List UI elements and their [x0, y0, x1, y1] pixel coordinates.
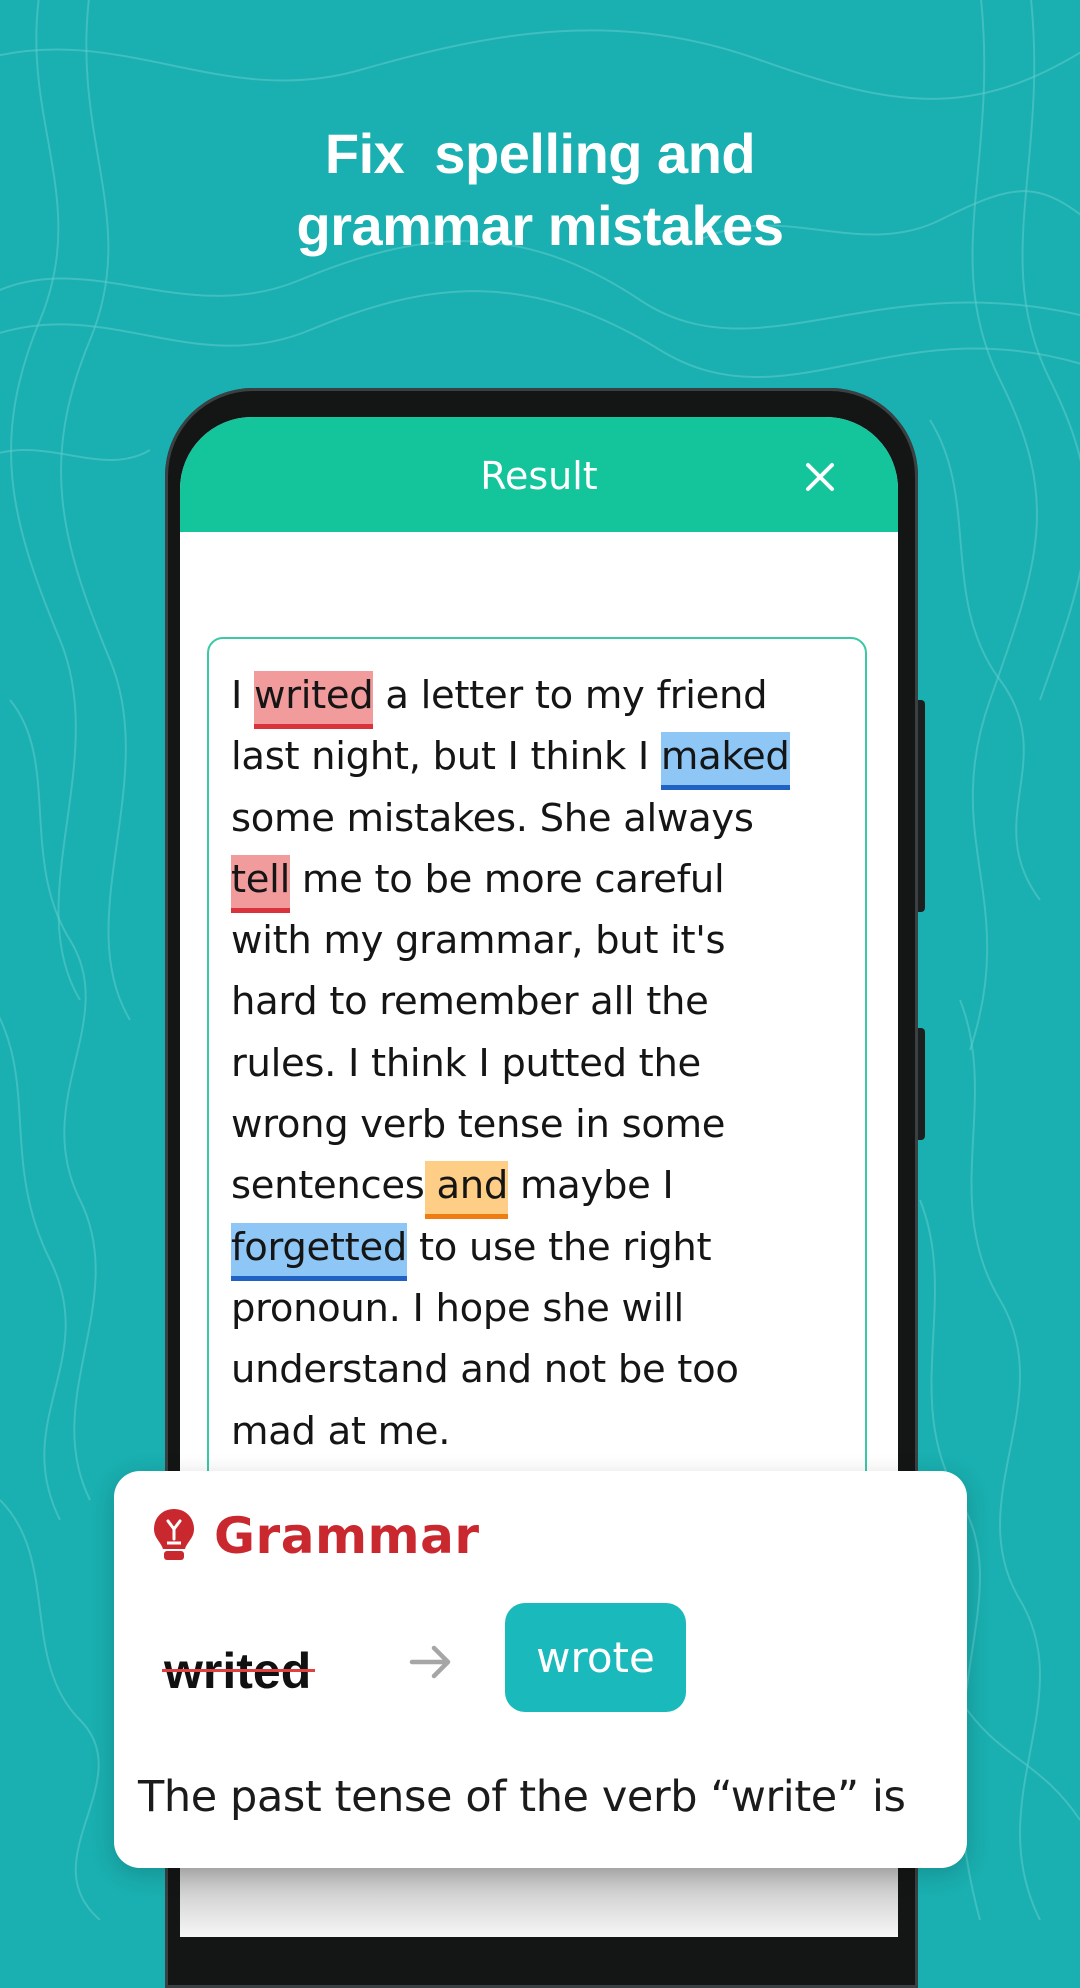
passage-text: I — [231, 673, 254, 718]
checked-passage: I writed a letter to my friend last night… — [231, 665, 851, 1462]
app-header: Result — [180, 417, 898, 532]
passage-text: pronoun. I hope she will — [231, 1285, 684, 1331]
passage-text: mad at me. — [231, 1408, 451, 1454]
passage-text: understand and not be too — [231, 1347, 739, 1393]
lightbulb-icon — [154, 1509, 194, 1560]
apply-suggestion-button[interactable]: wrote — [505, 1603, 686, 1712]
flagged-word-and[interactable]: and — [424, 1161, 508, 1220]
passage-text: hard to remember all the — [231, 979, 709, 1025]
passage-text: sentences — [231, 1163, 425, 1209]
passage-line: with my grammar, but it's — [231, 910, 851, 971]
incorrect-word: writed — [162, 1641, 316, 1701]
arrow-right-icon — [409, 1645, 451, 1679]
bottom-shadow — [180, 1867, 898, 1937]
flagged-word-forgetted[interactable]: forgetted — [231, 1222, 407, 1281]
passage-line: wrong verb tense in some — [231, 1094, 851, 1155]
headline-line-1: Fix spelling and — [324, 122, 756, 185]
result-text-box: I writed a letter to my friend last night… — [207, 637, 867, 1541]
passage-text: some mistakes. She always — [231, 795, 754, 841]
passage-text: to use the right — [407, 1224, 712, 1270]
strikethrough-line — [162, 1669, 316, 1672]
volume-button — [918, 700, 925, 912]
headline-line-2: grammar mistakes — [296, 194, 784, 257]
flagged-word-writed[interactable]: writed — [254, 671, 374, 729]
passage-line: pronoun. I hope she will — [231, 1278, 851, 1339]
passage-line: mad at me. — [231, 1401, 851, 1462]
suggestion-card: Grammar writed wrote The past tense of t… — [114, 1471, 967, 1868]
passage-line: hard to remember all the — [231, 971, 851, 1032]
passage-line: sentences and maybe I — [231, 1155, 851, 1220]
passage-line: some mistakes. She always — [231, 788, 851, 849]
passage-text: maybe I — [508, 1163, 674, 1209]
close-button[interactable] — [800, 457, 840, 497]
passage-line: forgetted to use the right — [231, 1217, 851, 1281]
passage-line: last night, but I think I maked — [231, 726, 851, 791]
app-title: Result — [480, 454, 598, 498]
passage-line: I writed a letter to my friend — [231, 665, 851, 729]
headline: Fix spelling and grammar mistakes — [0, 118, 1080, 262]
passage-text: last night, but I think I — [231, 734, 661, 780]
passage-line: understand and not be too — [231, 1339, 851, 1400]
passage-text: rules. I think I putted the — [231, 1040, 701, 1086]
passage-line: tell me to be more careful — [231, 849, 851, 913]
passage-line: rules. I think I putted the — [231, 1033, 851, 1094]
suggestion-type-label: Grammar — [214, 1507, 480, 1565]
flagged-word-maked[interactable]: maked — [660, 732, 790, 791]
close-icon — [806, 463, 834, 491]
passage-text: me to be more careful — [289, 856, 725, 902]
passage-text: with my grammar, but it's — [231, 918, 726, 964]
explanation-text: The past tense of the verb “write” is — [138, 1772, 906, 1822]
passage-text: wrong verb tense in some — [231, 1102, 726, 1148]
power-button — [918, 1028, 925, 1140]
passage-text: a letter to my friend — [373, 673, 768, 718]
flagged-word-tell[interactable]: tell — [231, 854, 290, 913]
